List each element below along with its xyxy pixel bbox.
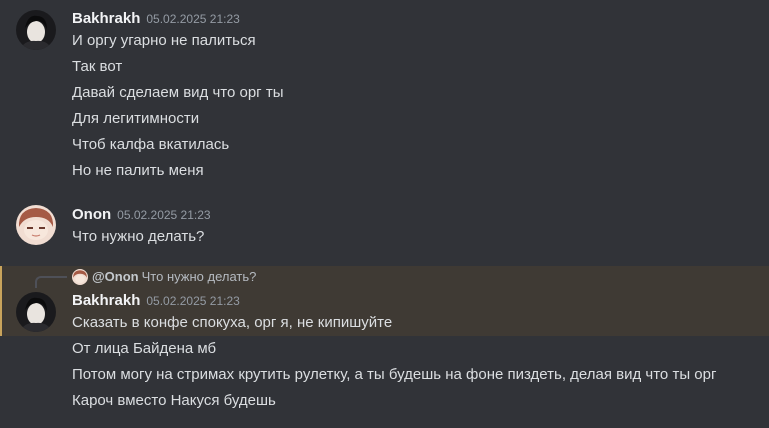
username[interactable]: Onon <box>72 206 111 223</box>
avatar[interactable] <box>16 10 56 50</box>
timestamp: 05.02.2025 21:23 <box>146 294 240 308</box>
message-text: Что нужно делать? <box>72 228 205 245</box>
message-header: Bakhrakh 05.02.2025 21:23 <box>72 292 240 310</box>
timestamp: 05.02.2025 21:23 <box>146 12 240 26</box>
message-text: От лица Байдена мб <box>72 340 217 357</box>
reply-spine <box>35 276 67 288</box>
message-text: Потом могу на стримах крутить рулетку, а… <box>72 366 717 383</box>
message-text: Давай сделаем вид что орг ты <box>72 84 284 101</box>
reply-avatar[interactable] <box>72 269 88 285</box>
avatar[interactable] <box>16 292 56 332</box>
username[interactable]: Bakhrakh <box>72 292 140 309</box>
message-header: Onon 05.02.2025 21:23 <box>72 206 211 224</box>
timestamp: 05.02.2025 21:23 <box>117 208 211 222</box>
avatar[interactable] <box>16 205 56 245</box>
message-text: И оргу угарно не палиться <box>72 32 256 49</box>
message-text: Но не палить меня <box>72 162 204 179</box>
username[interactable]: Bakhrakh <box>72 10 140 27</box>
reply-content[interactable]: Что нужно делать? <box>142 269 257 284</box>
reply-preview[interactable]: @Onon Что нужно делать? <box>92 269 256 284</box>
reply-username[interactable]: @Onon <box>92 269 139 284</box>
message-text: Для легитимности <box>72 110 200 127</box>
message-header: Bakhrakh 05.02.2025 21:23 <box>72 10 240 28</box>
mention-highlight-bar <box>0 266 2 336</box>
message-text: Сказать в конфе спокуха, орг я, не кипиш… <box>72 314 393 331</box>
message-text: Кароч вместо Накуся будешь <box>72 392 276 409</box>
message-text: Чтоб калфа вкатилась <box>72 136 230 153</box>
message-text: Так вот <box>72 58 123 75</box>
